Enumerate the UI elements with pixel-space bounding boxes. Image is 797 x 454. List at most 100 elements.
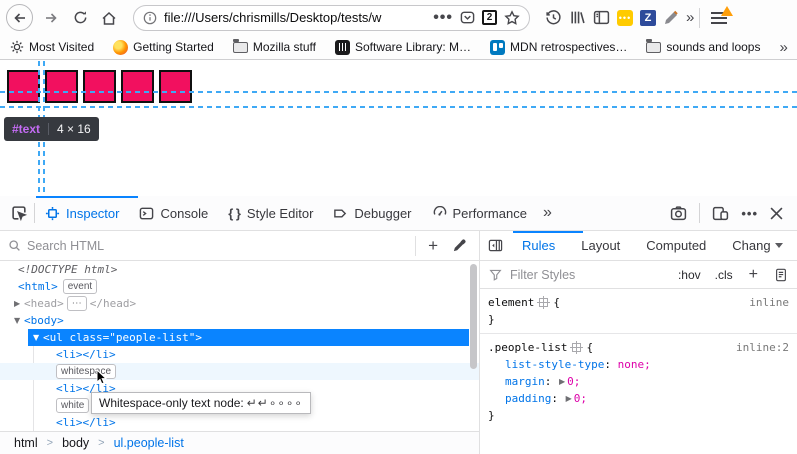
body-tag: <body> — [24, 314, 64, 327]
rule-separator — [480, 333, 797, 334]
rule-people-list-open[interactable]: .people-list{inline:2 — [480, 339, 797, 356]
add-node-icon[interactable]: + — [428, 236, 438, 256]
markup-row-ul-selected[interactable]: ▼<ul class="people-list"> — [0, 329, 479, 346]
zotero-icon[interactable]: Z — [640, 10, 656, 26]
breadcrumb-body[interactable]: body — [62, 436, 89, 450]
bookmark-sounds-and-loops[interactable]: sounds and loops — [646, 40, 760, 54]
bookmarks-overflow-icon[interactable]: » — [779, 39, 785, 56]
tab-debugger[interactable]: Debugger — [323, 196, 421, 230]
bookmark-software-library[interactable]: Software Library: M… — [335, 40, 471, 55]
history-icon[interactable] — [545, 9, 562, 26]
breadcrumb-html[interactable]: html — [14, 436, 38, 450]
expand-arrow-icon[interactable]: ▶ — [566, 390, 572, 407]
yellow-extension-icon[interactable]: ••• — [617, 10, 633, 26]
css-property[interactable]: margin: ▶0; — [480, 373, 797, 390]
split-sidebar-icon[interactable] — [488, 238, 503, 253]
tab-label: Inspector — [66, 206, 119, 221]
rule-source-link[interactable]: inline — [749, 294, 789, 311]
pocket-icon[interactable] — [460, 10, 475, 25]
sidebar-tab-rules[interactable]: Rules — [509, 238, 568, 253]
tab-performance[interactable]: Performance — [422, 196, 537, 230]
sidebars-icon[interactable] — [593, 9, 610, 26]
pen-extension-icon[interactable] — [663, 10, 679, 26]
markup-row-head[interactable]: ▶<head>⋯</head> — [0, 295, 479, 312]
tab-inspector[interactable]: Inspector — [35, 196, 129, 230]
list-item-box — [121, 70, 154, 103]
add-rule-icon[interactable]: + — [749, 266, 758, 284]
devtools-meta-buttons: ••• — [670, 203, 793, 223]
css-property[interactable]: padding: ▶0; — [480, 390, 797, 407]
tab-style-editor[interactable]: { } Style Editor — [218, 196, 323, 230]
search-input[interactable]: Search HTML — [27, 239, 415, 253]
event-badge[interactable]: event — [63, 279, 97, 294]
rule-element-open[interactable]: element{inline — [480, 294, 797, 311]
scrollbar-thumb[interactable] — [470, 264, 477, 369]
responsive-design-icon[interactable] — [712, 205, 729, 222]
highlight-selector-icon[interactable] — [539, 298, 548, 307]
sidebar-tab-changes[interactable]: Chang — [719, 238, 772, 253]
sidebar-tab-layout[interactable]: Layout — [568, 238, 633, 253]
devtools-toolbar: Inspector Console { } Style Editor Debug… — [0, 196, 797, 231]
semicolon: ; — [644, 358, 651, 371]
breadcrumb-ul-people-list[interactable]: ul.people-list — [114, 436, 184, 450]
node-infobar-dimensions: 4 × 16 — [57, 122, 91, 136]
stylesheet-doc-icon[interactable] — [774, 268, 788, 282]
close-icon[interactable] — [770, 207, 783, 220]
bookmark-label: sounds and loops — [666, 40, 760, 54]
rule-source-link[interactable]: inline:2 — [736, 339, 789, 356]
sidebar-tab-computed[interactable]: Computed — [633, 238, 719, 253]
url-bar[interactable]: file:///Users/chrismills/Desktop/tests/w… — [133, 5, 530, 31]
more-tabs-icon[interactable]: » — [543, 204, 550, 222]
bookmark-most-visited[interactable]: Most Visited — [10, 40, 94, 54]
console-icon — [139, 206, 154, 221]
back-icon[interactable] — [6, 4, 33, 31]
pseudo-class-button[interactable]: :hov — [678, 268, 701, 282]
filter-icon — [489, 268, 502, 281]
list-item-box — [83, 70, 116, 103]
css-property[interactable]: list-style-type: none; — [480, 356, 797, 373]
semicolon: ; — [580, 392, 587, 405]
expand-arrow-icon[interactable]: ▶ — [559, 373, 565, 390]
node-picker-icon[interactable] — [4, 205, 34, 222]
chevron-down-icon[interactable] — [775, 243, 783, 248]
reload-icon[interactable] — [69, 7, 91, 29]
highlight-selector-icon[interactable] — [572, 343, 581, 352]
markup-row-whitespace[interactable]: whitespace — [0, 363, 479, 380]
extension-2-icon[interactable]: 2 — [482, 10, 497, 25]
filter-styles-input[interactable]: Filter Styles — [510, 268, 664, 282]
tab-console[interactable]: Console — [129, 196, 218, 230]
collapse-arrow-icon[interactable]: ▼ — [33, 329, 43, 346]
url-text[interactable]: file:///Users/chrismills/Desktop/tests/w — [164, 10, 426, 25]
forward-icon[interactable] — [40, 7, 62, 29]
ellipsis-badge[interactable]: ⋯ — [67, 296, 87, 311]
bookmark-mozilla-stuff[interactable]: Mozilla stuff — [233, 40, 316, 54]
page-actions-icon[interactable]: ••• — [433, 9, 453, 27]
home-icon[interactable] — [98, 7, 120, 29]
collapse-arrow-icon[interactable]: ▼ — [14, 312, 24, 329]
semicolon: ; — [574, 375, 581, 388]
property-name: padding — [505, 392, 551, 405]
markup-row-doctype[interactable]: <!DOCTYPE html> — [0, 261, 479, 278]
menu-icon[interactable] — [711, 12, 727, 24]
property-value: none — [618, 358, 645, 371]
devtools-menu-icon[interactable]: ••• — [741, 206, 758, 221]
toolbar-overflow-icon[interactable]: » — [686, 9, 692, 26]
highlighter-guide-horizontal — [0, 91, 797, 93]
list-item-box — [159, 70, 192, 103]
whitespace-badge[interactable]: white — [56, 398, 89, 413]
eyedropper-icon[interactable] — [452, 238, 467, 253]
bookmark-mdn-retrospectives[interactable]: MDN retrospectives… — [490, 40, 627, 55]
inspector-icon — [45, 206, 60, 221]
expand-arrow-icon[interactable]: ▶ — [14, 295, 24, 312]
markup-row-li[interactable]: <li></li> — [0, 346, 479, 363]
markup-row-li[interactable]: <li></li> — [0, 414, 479, 431]
library-icon[interactable] — [569, 9, 586, 26]
bookmark-star-icon[interactable] — [504, 10, 520, 26]
search-html-bar: Search HTML + — [0, 231, 480, 260]
bookmark-getting-started[interactable]: Getting Started — [113, 40, 214, 55]
class-toggle-button[interactable]: .cls — [715, 268, 733, 282]
markup-row-html[interactable]: <html>event — [0, 278, 479, 295]
screenshot-icon[interactable] — [670, 205, 687, 222]
markup-row-body[interactable]: ▼<body> — [0, 312, 479, 329]
page-info-icon[interactable] — [143, 11, 157, 25]
